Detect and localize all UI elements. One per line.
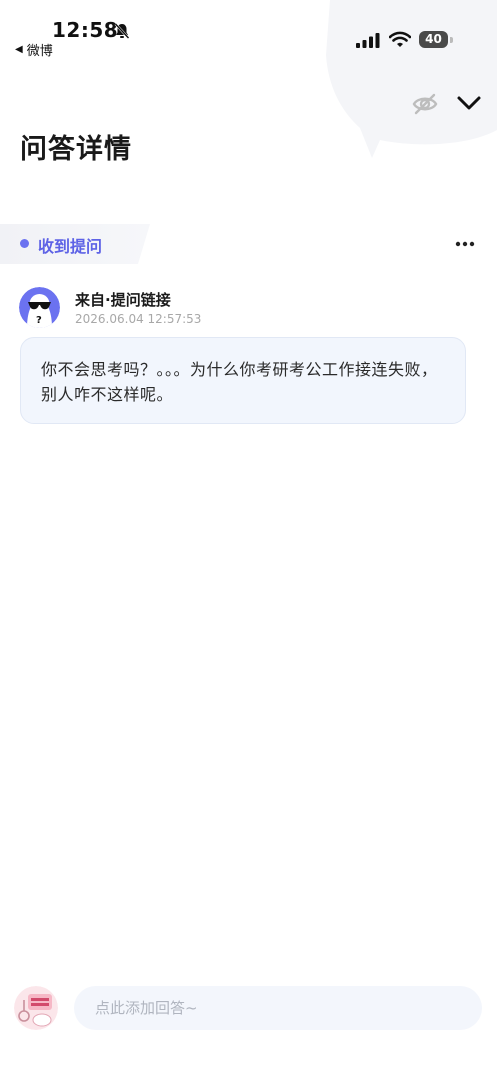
eye-off-icon[interactable] (412, 92, 438, 116)
wifi-icon (389, 31, 411, 47)
svg-text:?: ? (36, 315, 42, 326)
page-title: 问答详情 (20, 134, 132, 165)
question-timestamp: 2026.06.04 12:57:53 (75, 312, 202, 326)
back-triangle-icon: ◀ (15, 44, 23, 55)
answer-input[interactable]: 点此添加回答~ (74, 986, 482, 1030)
tag-label: 收到提问 (38, 237, 103, 256)
back-to-app-link[interactable]: ◀ 微博 (15, 40, 53, 59)
chevron-down-icon[interactable] (456, 92, 482, 114)
battery-indicator: 40 (419, 31, 453, 49)
sender-avatar[interactable]: ? (19, 287, 60, 328)
sender-label: 来自·提问链接 (75, 291, 171, 309)
bell-muted-icon (114, 23, 130, 39)
question-text: 你不会思考吗？。。。为什么你考研考公工作接连失败，别人咋不这样呢。 (41, 360, 438, 404)
status-time: 12:58 (52, 18, 119, 42)
user-avatar[interactable] (14, 986, 58, 1030)
question-bubble: 你不会思考吗？。。。为什么你考研考公工作接连失败，别人咋不这样呢。 (20, 337, 466, 424)
back-app-label: 微博 (26, 44, 53, 59)
battery-cap (450, 37, 453, 43)
more-horizontal-icon[interactable] (453, 234, 477, 254)
battery-level: 40 (419, 31, 448, 48)
tag-dot (20, 239, 29, 248)
cellular-signal-icon (356, 33, 380, 48)
